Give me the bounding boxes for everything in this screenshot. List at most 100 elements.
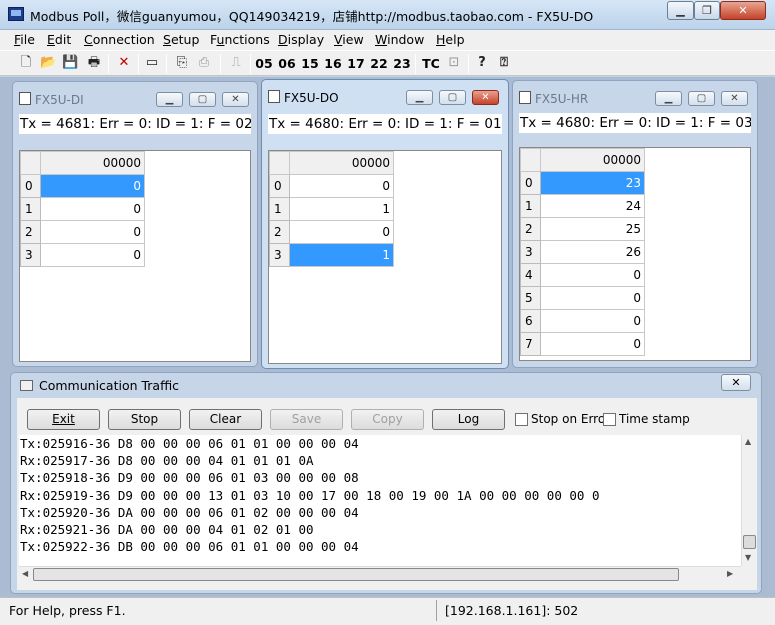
- new-file-icon[interactable]: 🗋: [18, 55, 34, 71]
- child-minimize-button[interactable]: ▁: [406, 90, 433, 105]
- menu-bar: File Edit Connection Setup Functions Dis…: [0, 30, 775, 50]
- menu-help[interactable]: Help: [436, 32, 465, 47]
- grid-cell[interactable]: 0: [40, 243, 145, 267]
- grid-cell[interactable]: 0: [540, 263, 645, 287]
- child-title: FX5U-HR: [535, 92, 589, 106]
- grid-cell[interactable]: 0: [40, 220, 145, 244]
- column-header: 00000: [40, 151, 145, 175]
- log-line: Tx:025916-36 D8 00 00 00 06 01 01 00 00 …: [20, 436, 359, 451]
- grid-cell[interactable]: 0: [540, 332, 645, 356]
- stop-on-error-checkbox[interactable]: [515, 413, 528, 426]
- data-grid[interactable]: 00000 00 10 20 30: [19, 150, 251, 362]
- grid-cell[interactable]: 24: [540, 194, 645, 218]
- grid-cell[interactable]: 0: [289, 220, 394, 244]
- monitor-icon[interactable]: ⊡: [446, 55, 462, 71]
- grid-cell[interactable]: 0: [40, 197, 145, 221]
- exit-button[interactable]: Exit: [27, 409, 100, 430]
- scroll-left-icon[interactable]: ◀: [22, 569, 28, 578]
- child-maximize-button[interactable]: ▢: [688, 91, 715, 106]
- fc-05-button[interactable]: 05: [254, 54, 274, 74]
- minimize-button[interactable]: ▁: [667, 1, 694, 20]
- data-grid[interactable]: 00000 0 23 1 24 2 25 3 26 40 50 60 70: [519, 147, 751, 361]
- grid-cell[interactable]: 0: [540, 309, 645, 333]
- menu-display[interactable]: Display: [278, 32, 324, 47]
- read-write-icon[interactable]: ⎘: [174, 55, 190, 71]
- fc-16-button[interactable]: 16: [323, 54, 343, 74]
- horizontal-scrollbar[interactable]: ◀ ▶: [19, 566, 741, 583]
- time-stamp-checkbox[interactable]: [603, 413, 616, 426]
- scroll-up-icon[interactable]: ▲: [745, 437, 751, 446]
- help-icon[interactable]: ?: [474, 55, 490, 71]
- stop-button[interactable]: Stop: [108, 409, 181, 430]
- menu-setup[interactable]: Setup: [163, 32, 199, 47]
- status-connection: [192.168.1.161]: 502: [445, 603, 579, 618]
- tc-button[interactable]: TC: [420, 54, 442, 74]
- grid-cell[interactable]: 1: [289, 243, 394, 267]
- table-row: 11: [269, 197, 394, 221]
- document-icon: [19, 92, 31, 105]
- close-button[interactable]: ✕: [720, 1, 766, 20]
- grid-cell[interactable]: 26: [540, 240, 645, 264]
- child-minimize-button[interactable]: ▁: [655, 91, 682, 106]
- hscroll-thumb[interactable]: [33, 568, 679, 581]
- menu-edit[interactable]: Edit: [47, 32, 71, 47]
- table-row: 00: [20, 174, 145, 198]
- scroll-down-icon[interactable]: ▼: [745, 553, 751, 562]
- menu-functions[interactable]: Functions: [210, 32, 270, 47]
- vertical-scrollbar[interactable]: ▲ ▼: [741, 435, 757, 566]
- data-grid[interactable]: 00000 00 11 20 31: [268, 150, 502, 364]
- copy-button[interactable]: Copy: [351, 409, 424, 430]
- print-icon[interactable]: 🖶: [86, 55, 102, 71]
- scroll-right-icon[interactable]: ▶: [727, 569, 733, 578]
- communication-traffic-window[interactable]: Communication Traffic ✕ Exit Stop Clear …: [10, 372, 762, 594]
- clear-button[interactable]: Clear: [189, 409, 262, 430]
- child-window-fx5u-di[interactable]: FX5U-DI ▁ ▢ ✕ Tx = 4681: Err = 0: ID = 1…: [12, 81, 258, 367]
- save-button[interactable]: Save: [270, 409, 343, 430]
- fc-06-button[interactable]: 06: [277, 54, 297, 74]
- grid-cell[interactable]: 0: [40, 174, 145, 198]
- grid-cell[interactable]: 25: [540, 217, 645, 241]
- child-minimize-button[interactable]: ▁: [156, 92, 183, 107]
- child-maximize-button[interactable]: ▢: [189, 92, 216, 107]
- fc-22-button[interactable]: 22: [369, 54, 389, 74]
- stop-on-error-label: Stop on Error: [531, 412, 611, 426]
- table-row: 40: [520, 263, 645, 287]
- maximize-button[interactable]: ❐: [694, 1, 720, 20]
- document-icon: [519, 91, 531, 104]
- child-maximize-button[interactable]: ▢: [439, 90, 466, 105]
- window-title: Modbus Poll，微信guanyumou，QQ149034219，店铺ht…: [30, 9, 594, 24]
- traffic-title: Communication Traffic: [39, 378, 180, 393]
- fc-17-button[interactable]: 17: [346, 54, 366, 74]
- grid-cell[interactable]: 23: [540, 171, 645, 195]
- menu-connection[interactable]: Connection: [84, 32, 155, 47]
- child-window-fx5u-do[interactable]: FX5U-DO ▁ ▢ ✕ Tx = 4680: Err = 0: ID = 1…: [261, 79, 509, 369]
- table-row: 3 26: [520, 240, 645, 264]
- menu-window[interactable]: Window: [375, 32, 424, 47]
- pulse-icon[interactable]: ⎍: [228, 55, 244, 71]
- fc-15-button[interactable]: 15: [300, 54, 320, 74]
- child-close-button[interactable]: ✕: [721, 91, 748, 106]
- save-icon[interactable]: 💾: [62, 55, 78, 71]
- scroll-thumb[interactable]: [743, 535, 756, 549]
- child-title: FX5U-DI: [35, 93, 84, 107]
- context-help-icon[interactable]: ⍰: [496, 55, 512, 71]
- window-icon[interactable]: ▭: [144, 55, 160, 71]
- grid-cell[interactable]: 1: [289, 197, 394, 221]
- child-close-button[interactable]: ✕: [472, 90, 499, 105]
- disconnect-icon[interactable]: ✕: [116, 55, 132, 71]
- column-header: 00000: [540, 148, 645, 172]
- menu-view[interactable]: View: [334, 32, 364, 47]
- traffic-log[interactable]: Tx:025916-36 D8 00 00 00 06 01 01 00 00 …: [19, 435, 741, 566]
- grid-cell[interactable]: 0: [289, 174, 394, 198]
- grid-cell[interactable]: 0: [540, 286, 645, 310]
- menu-file[interactable]: File: [14, 32, 35, 47]
- app-icon: [8, 7, 24, 21]
- fc-23-button[interactable]: 23: [392, 54, 412, 74]
- log-button[interactable]: Log: [432, 409, 505, 430]
- traffic-close-button[interactable]: ✕: [721, 374, 751, 391]
- open-folder-icon[interactable]: 📂: [40, 55, 56, 71]
- table-row: 1 24: [520, 194, 645, 218]
- write-icon[interactable]: ⎙: [196, 55, 212, 71]
- child-window-fx5u-hr[interactable]: FX5U-HR ▁ ▢ ✕ Tx = 4680: Err = 0: ID = 1…: [512, 80, 758, 368]
- child-close-button[interactable]: ✕: [222, 92, 249, 107]
